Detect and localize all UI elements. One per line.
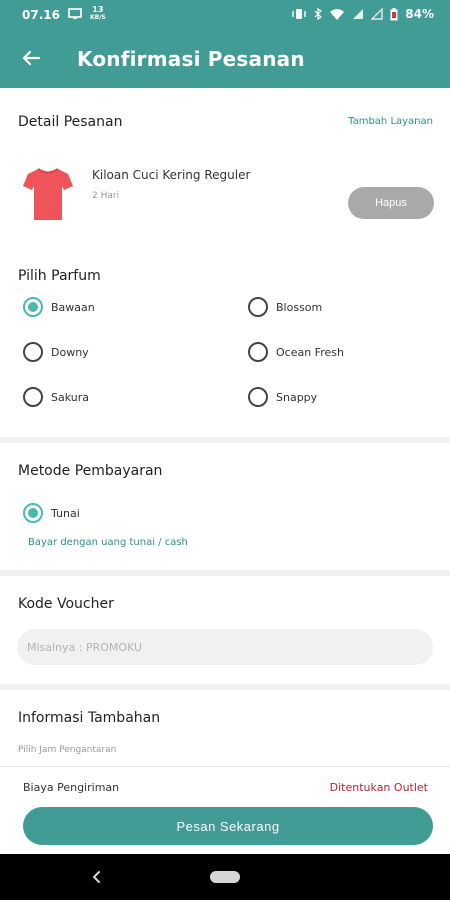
shipping-value: Ditentukan Outlet — [329, 781, 428, 794]
section-divider — [0, 684, 450, 690]
page-title: Konfirmasi Pesanan — [77, 47, 305, 71]
bottom-bar: Biaya Pengiriman Ditentukan Outlet Pesan… — [0, 766, 450, 854]
vibrate-icon — [292, 9, 306, 19]
perfume-option-label: Bawaan — [51, 300, 95, 314]
order-detail-section — [0, 88, 450, 437]
wifi-icon — [330, 9, 345, 20]
perfume-radio-ocean-fresh[interactable]: Ocean Fresh — [248, 342, 344, 362]
perfume-option-label: Downy — [51, 345, 89, 359]
system-nav-bar — [0, 854, 450, 900]
order-detail-heading: Detail Pesanan — [18, 114, 123, 130]
nav-home-pill[interactable] — [210, 871, 240, 883]
payment-radio-tunai[interactable]: Tunai — [23, 503, 80, 523]
perfume-option-label: Snappy — [276, 390, 318, 404]
payment-option-label: Tunai — [51, 506, 80, 520]
radio-unchecked-icon — [23, 342, 43, 362]
t-shirt-icon — [23, 168, 73, 220]
section-divider — [0, 437, 450, 443]
data-speed-value: 13 — [92, 5, 104, 14]
screen-cast-icon — [68, 8, 82, 19]
add-service-link[interactable]: Tambah Layanan — [348, 116, 433, 127]
voucher-heading: Kode Voucher — [18, 596, 114, 612]
app-bar: Konfirmasi Pesanan — [0, 30, 450, 88]
shipping-label: Biaya Pengiriman — [23, 781, 120, 794]
section-divider — [0, 570, 450, 576]
status-bar: 07.16 13 KB/S 84% — [0, 0, 450, 30]
data-speed: 13 KB/S — [90, 6, 106, 22]
signal-icon-2 — [371, 8, 383, 20]
bluetooth-icon — [314, 8, 323, 20]
data-speed-unit: KB/S — [90, 14, 106, 21]
perfume-radio-snappy[interactable]: Snappy — [248, 387, 317, 407]
perfume-heading: Pilih Parfum — [18, 268, 101, 284]
status-right-icons: 84% — [291, 7, 434, 21]
order-now-button[interactable]: Pesan Sekarang — [23, 807, 433, 845]
perfume-radio-sakura[interactable]: Sakura — [23, 387, 89, 407]
radio-unchecked-icon — [248, 297, 268, 317]
battery-icon — [390, 7, 398, 20]
radio-unchecked-icon — [23, 387, 43, 407]
arrow-left-icon[interactable] — [18, 45, 44, 71]
payment-heading: Metode Pembayaran — [18, 463, 163, 479]
radio-checked-icon — [23, 503, 43, 523]
delivery-time-label: Pilih Jam Pengantaran — [18, 745, 117, 755]
battery-percent: 84% — [405, 7, 434, 21]
item-name: Kiloan Cuci Kering Reguler — [92, 168, 251, 182]
radio-unchecked-icon — [248, 387, 268, 407]
perfume-option-label: Sakura — [51, 390, 89, 404]
voucher-input[interactable] — [17, 629, 433, 665]
signal-icon — [353, 9, 364, 19]
perfume-option-label: Ocean Fresh — [276, 345, 344, 359]
status-left-icons: 13 KB/S — [68, 6, 106, 22]
item-duration: 2 Hari — [92, 191, 120, 201]
perfume-option-label: Blossom — [276, 300, 323, 314]
radio-unchecked-icon — [248, 342, 268, 362]
payment-description: Bayar dengan uang tunai / cash — [28, 537, 188, 548]
perfume-radio-blossom[interactable]: Blossom — [248, 297, 322, 317]
delete-button[interactable]: Hapus — [348, 187, 434, 219]
nav-back-icon[interactable] — [88, 868, 106, 886]
additional-info-heading: Informasi Tambahan — [18, 710, 161, 726]
perfume-radio-downy[interactable]: Downy — [23, 342, 89, 362]
status-time: 07.16 — [22, 8, 60, 22]
perfume-radio-bawaan[interactable]: Bawaan — [23, 297, 95, 317]
radio-checked-icon — [23, 297, 43, 317]
